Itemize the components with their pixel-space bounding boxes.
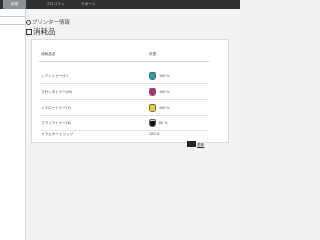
refresh-label[interactable]: 更新 [197,143,204,147]
table-row: シアントナー(C) 100 % [39,70,209,84]
supply-level: 100 % [159,90,170,94]
tab-bar: 状態 プロパティ サポート [0,0,240,9]
toner-gauge [149,88,156,96]
table-row: ドラムカートリッジ 100 % [39,128,209,142]
supply-name: ドラムカートリッジ [41,132,74,136]
tab-support[interactable]: サポート [75,0,102,9]
refresh-link[interactable]: 更新 [187,141,204,149]
row-divider [39,83,209,84]
supply-level: 100 % [159,74,170,78]
main-content: プリンター情報 消耗品 消耗品名 状態 シアントナー(C) 100 % マゼンタ… [26,9,240,240]
supply-level: 80 % [159,121,168,125]
page-title-text: 消耗品 [33,27,56,36]
header-divider [39,61,209,62]
supplies-icon [26,29,32,35]
sidebar-item[interactable] [0,17,25,25]
page-title: 消耗品 [26,26,56,37]
info-icon [26,20,31,25]
sidebar-item[interactable] [0,9,25,17]
column-header-status: 状態 [149,52,157,56]
tab-status[interactable]: 状態 [3,0,26,9]
toner-gauge [149,119,156,127]
toner-gauge [149,72,156,80]
supply-name: シアントナー(C) [41,74,68,78]
supplies-panel: 消耗品名 状態 シアントナー(C) 100 % マゼンタトナー(M) 100 %… [31,39,229,143]
supply-name: ブラックトナー(K) [41,121,72,125]
row-divider [39,99,209,100]
supply-level: 100 % [159,106,170,110]
table-row: イエロートナー(Y) 100 % [39,102,209,116]
column-header-name: 消耗品名 [41,52,56,56]
refresh-icon [187,141,196,147]
supply-name: イエロートナー(Y) [41,106,72,110]
supply-level: 100 % [149,132,160,136]
supply-name: マゼンタトナー(M) [41,90,73,94]
row-divider [39,115,209,116]
toner-gauge [149,104,156,112]
table-row: マゼンタトナー(M) 100 % [39,86,209,100]
breadcrumb: プリンター情報 [26,18,70,26]
sidebar [0,9,26,240]
tab-properties[interactable]: プロパティ [42,0,69,9]
